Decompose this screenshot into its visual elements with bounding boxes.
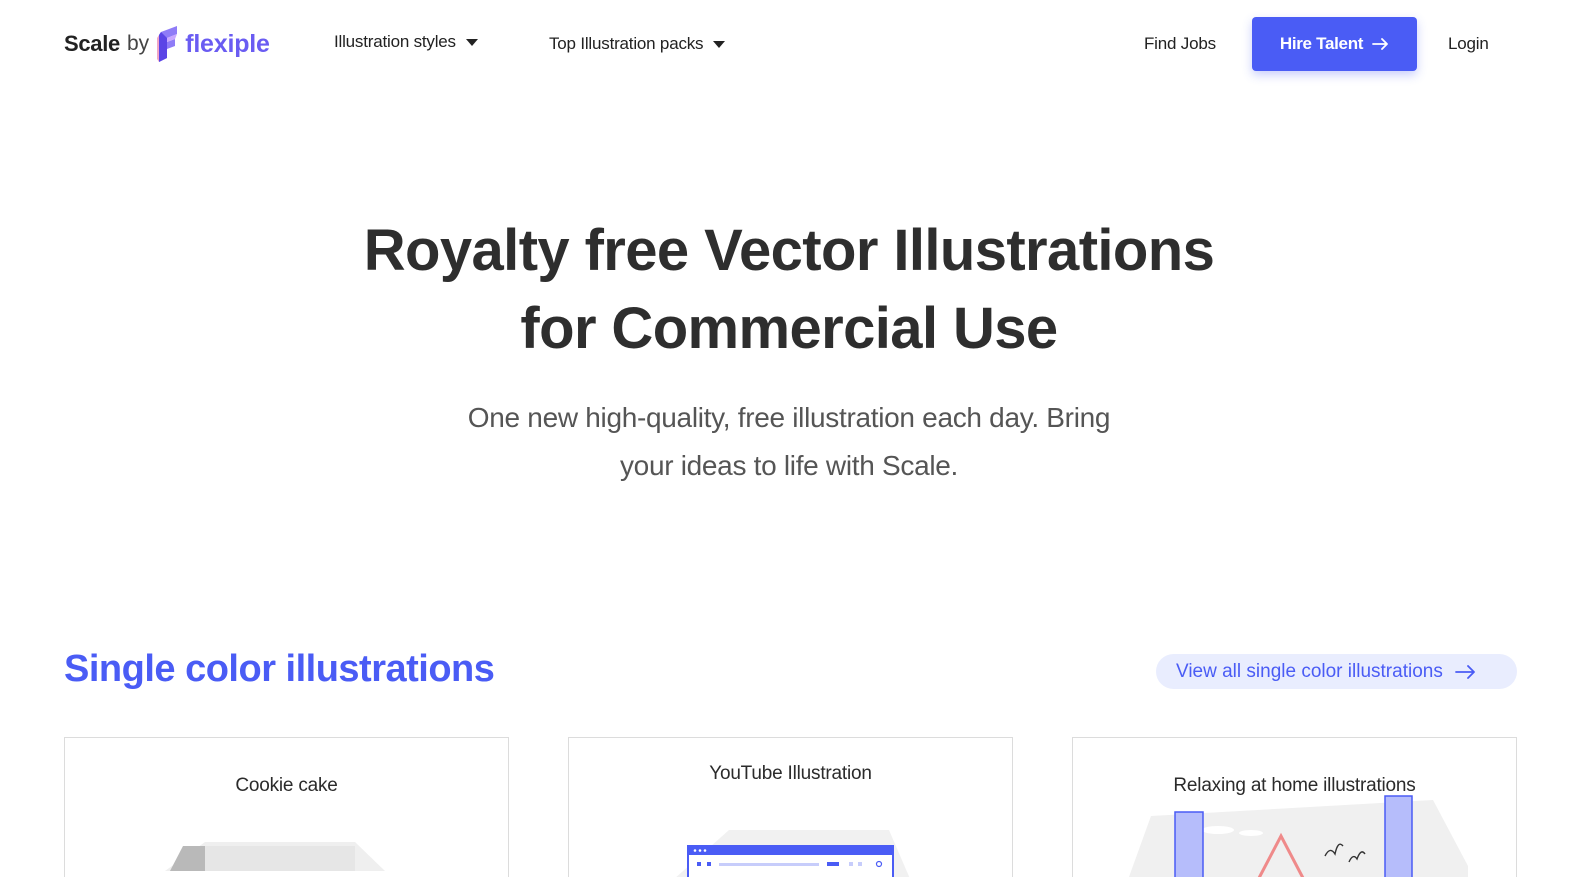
hero-title-line-1: Royalty free Vector Illustrations (363, 218, 1215, 283)
hero-title-line-2: for Commercial Use (520, 296, 1058, 361)
arrow-right-icon (1454, 664, 1475, 679)
nav-top-packs-dropdown[interactable]: Top Illustration packs (549, 34, 726, 54)
login-link[interactable]: Login (1448, 34, 1489, 54)
hero-subtitle-line-2: your ideas to life with Scale. (619, 450, 959, 481)
cookie-cake-illustration (165, 842, 385, 871)
nav-illustration-styles-label: Illustration styles (334, 32, 456, 51)
hire-talent-button[interactable]: Hire Talent (1252, 17, 1417, 71)
arrow-right-icon (1372, 38, 1389, 50)
brand-logo[interactable]: Scale by flexiple (64, 26, 270, 62)
youtube-illustration (676, 830, 910, 877)
site-header: Scale by flexiple Illustration styles To… (0, 0, 1578, 88)
view-all-single-color-button[interactable]: View all single color illustrations (1156, 654, 1517, 689)
flexiple-logo-icon (157, 26, 178, 62)
illustration-card[interactable]: Cookie cake (64, 737, 509, 877)
nav-top-packs-label: Top Illustration packs (549, 34, 704, 53)
card-label: YouTube Illustration (709, 763, 872, 784)
view-all-label: View all single color illustrations (1176, 660, 1443, 682)
relaxing-at-home-illustration (1128, 795, 1468, 877)
card-label: Relaxing at home illustrations (1173, 775, 1416, 796)
brand-name-text: flexiple (185, 29, 270, 58)
find-jobs-link[interactable]: Find Jobs (1144, 34, 1216, 54)
card-label: Cookie cake (235, 775, 338, 796)
brand-scale-text: Scale (64, 31, 120, 56)
hero-subtitle-line-1: One new high-quality, free illustration … (467, 402, 1111, 433)
nav-illustration-styles-dropdown[interactable]: Illustration styles (334, 32, 478, 52)
hero-subtitle: One new high-quality, free illustration … (0, 394, 1578, 490)
hero-title: Royalty free Vector Illustrations for Co… (0, 212, 1578, 368)
illustration-card[interactable]: Relaxing at home illustrations (1072, 737, 1517, 877)
hire-talent-label: Hire Talent (1279, 34, 1364, 53)
section-title: Single color illustrations (64, 648, 495, 690)
caret-down-icon (465, 38, 478, 46)
caret-down-icon (713, 40, 726, 48)
illustration-card[interactable]: YouTube Illustration (568, 737, 1013, 877)
brand-by-text: by (127, 32, 150, 55)
